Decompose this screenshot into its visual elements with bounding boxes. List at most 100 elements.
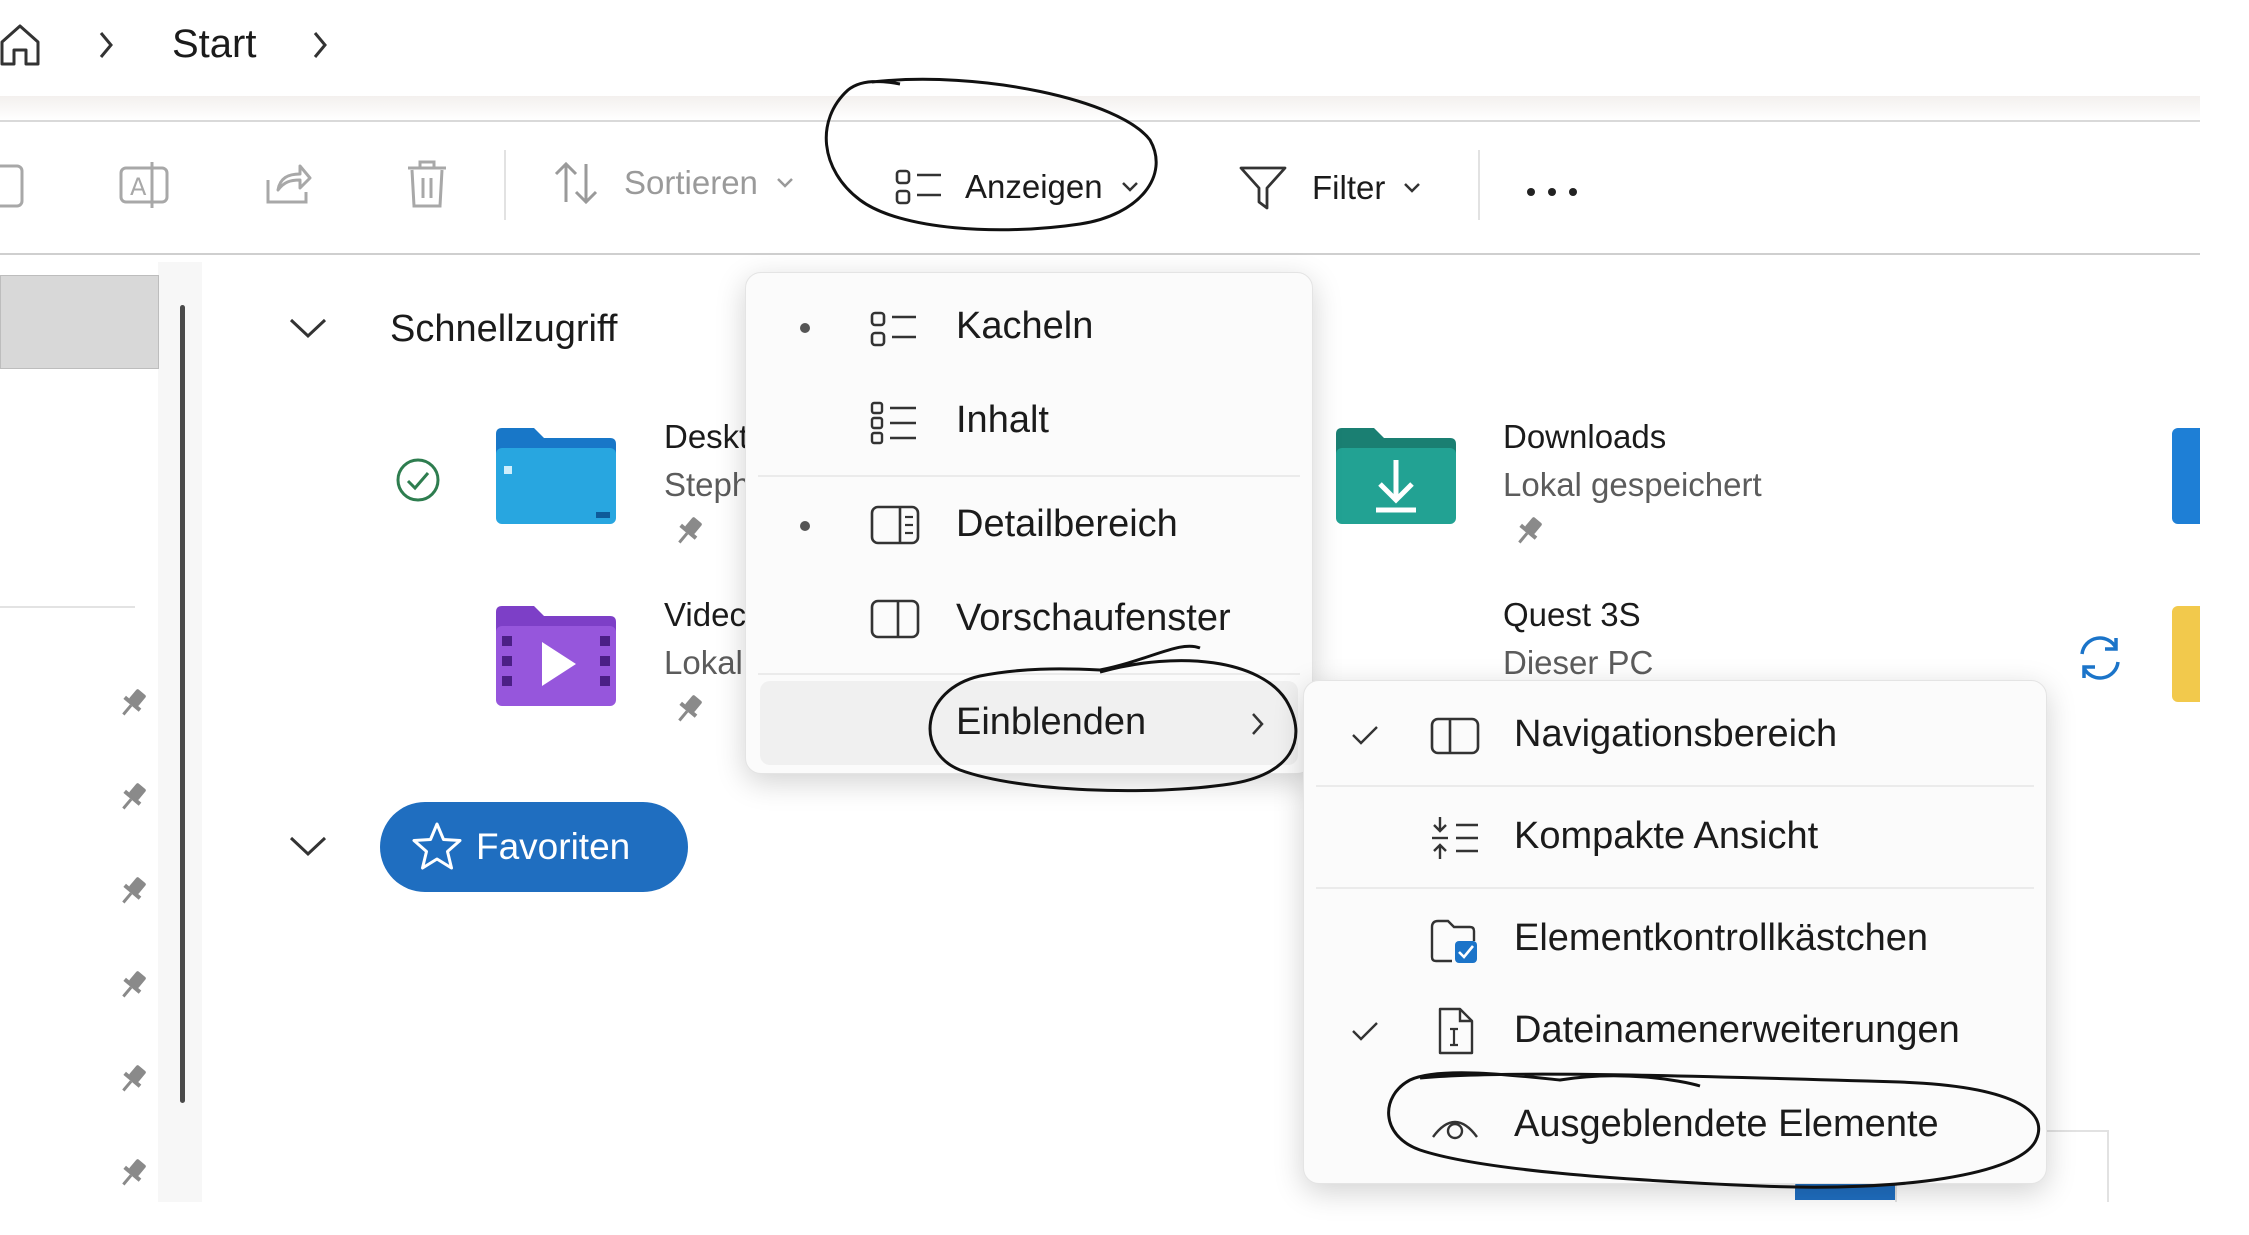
desktop-location: Steph [664,466,751,503]
submenu-item-navigation-pane[interactable]: Navigationsbereich [1304,691,2046,781]
tiles-view-icon [895,169,941,205]
videos-name[interactable]: Videc [664,596,746,634]
chevron-right-icon[interactable] [310,28,330,62]
menu-item-preview-pane[interactable]: Vorschaufenster [746,575,1312,665]
chevron-down-icon [1404,183,1421,193]
selected-bullet-icon [800,521,810,531]
submenu-item-label: Dateinamenerweiterungen [1514,1009,1960,1051]
sort-label: Sortieren [624,164,758,201]
videos-location: Lokal [664,644,743,681]
copy-icon[interactable] [0,160,26,210]
share-icon[interactable] [262,158,312,208]
submenu-item-item-checkboxes[interactable]: Elementkontrollkästchen [1304,895,2046,985]
videos-folder-icon[interactable] [492,604,620,708]
favorites-label: Favoriten [476,826,631,867]
nav-selected-item[interactable] [0,275,159,369]
sort-icon [554,161,598,205]
pin-icon [116,1156,150,1190]
tiles-view-icon [870,311,916,347]
submenu-item-label: Elementkontrollkästchen [1514,917,1928,959]
pin-icon [116,968,150,1002]
menu-separator [1316,785,2034,787]
eye-icon [1432,1120,1478,1140]
filter-button[interactable]: Filter [1238,164,1421,212]
breadcrumb: Start [0,0,2249,92]
menu-item-content[interactable]: Inhalt [746,377,1312,467]
chevron-right-icon [1252,713,1264,735]
sync-status-ok-icon [394,456,442,504]
sort-button[interactable]: Sortieren [552,160,794,206]
pin-icon [116,686,150,720]
menu-item-label: Vorschaufenster [956,597,1231,639]
filter-icon [1239,166,1287,210]
home-icon[interactable] [0,22,40,68]
chevron-down-icon [1121,182,1138,192]
favorites-button[interactable]: Favoriten [380,802,688,892]
pin-icon [672,692,706,726]
menu-item-details-pane[interactable]: Detailbereich [746,481,1312,571]
selected-bullet-icon [800,323,810,333]
downloads-location: Lokal gespeichert [1503,466,1762,503]
sync-icon [2074,632,2126,684]
pin-icon [116,780,150,814]
menu-separator [758,475,1300,477]
pin-icon [1512,514,1546,548]
checkmark-icon [1352,726,1378,745]
show-submenu: Navigationsbereich Kompakte Ansicht Elem… [1303,680,2047,1184]
command-bar: A Sortieren Anzeigen Filter [0,130,2200,250]
menu-item-label: Einblenden [956,701,1147,743]
view-button[interactable]: Anzeigen [895,168,1139,206]
pin-icon [116,874,150,908]
star-icon [412,822,462,870]
desktop-folder-icon[interactable] [492,426,620,526]
pin-icon [672,514,706,548]
menu-item-show[interactable]: Einblenden [760,681,1298,765]
menu-item-tiles[interactable]: Kacheln [746,283,1312,373]
partial-folder-icon[interactable] [2172,606,2200,702]
toolbar-divider [1478,150,1480,220]
details-pane-icon [870,505,920,545]
more-options-button[interactable] [1525,186,1579,198]
preview-pane-icon [870,599,920,639]
chevron-down-icon [777,178,793,188]
file-extension-icon [1438,1007,1474,1055]
menu-item-label: Inhalt [956,399,1049,441]
header-separator [0,96,2200,122]
submenu-item-compact-view[interactable]: Kompakte Ansicht [1304,793,2046,883]
submenu-item-label: Navigationsbereich [1514,713,1838,755]
collapse-quick-access-chevron-icon[interactable] [288,316,328,340]
view-label: Anzeigen [965,168,1103,205]
content-view-icon [870,401,916,445]
downloads-folder-icon[interactable] [1332,426,1460,526]
menu-separator [1316,887,2034,889]
delete-icon[interactable] [404,158,450,210]
toolbar-divider [504,150,506,220]
collapse-favorites-chevron-icon[interactable] [288,834,328,858]
downloads-name[interactable]: Downloads [1503,418,1666,456]
partial-folder-icon[interactable] [2172,428,2200,524]
rename-icon[interactable]: A [118,160,172,210]
pin-icon [116,1062,150,1096]
chevron-right-icon[interactable] [96,28,116,62]
quest-location: Dieser PC [1503,644,1654,681]
menu-item-label: Kacheln [956,305,1094,347]
menu-separator [758,673,1300,675]
desktop-name[interactable]: Deskt [664,418,748,456]
submenu-item-label: Kompakte Ansicht [1514,815,1819,857]
compact-view-icon [1432,817,1478,859]
svg-text:A: A [130,173,147,201]
submenu-item-hidden-items[interactable]: Ausgeblendete Elemente [1304,1081,2046,1171]
view-menu: Kacheln Inhalt Detailbereich Vorschaufen… [745,272,1313,774]
filter-label: Filter [1312,169,1386,206]
quick-access-title: Schnellzugriff [390,308,618,350]
checkmark-icon [1352,1022,1378,1041]
submenu-item-file-extensions[interactable]: Dateinamenerweiterungen [1304,987,2046,1077]
quest-name[interactable]: Quest 3S [1503,596,1641,634]
toolbar-separator [0,253,2200,255]
nav-divider [0,606,135,608]
nav-scrollbar[interactable] [180,305,185,1103]
more-icon [1527,188,1577,196]
breadcrumb-item-start[interactable]: Start [172,22,256,67]
submenu-item-label: Ausgeblendete Elemente [1514,1103,1939,1145]
item-checkbox-icon [1430,919,1477,963]
